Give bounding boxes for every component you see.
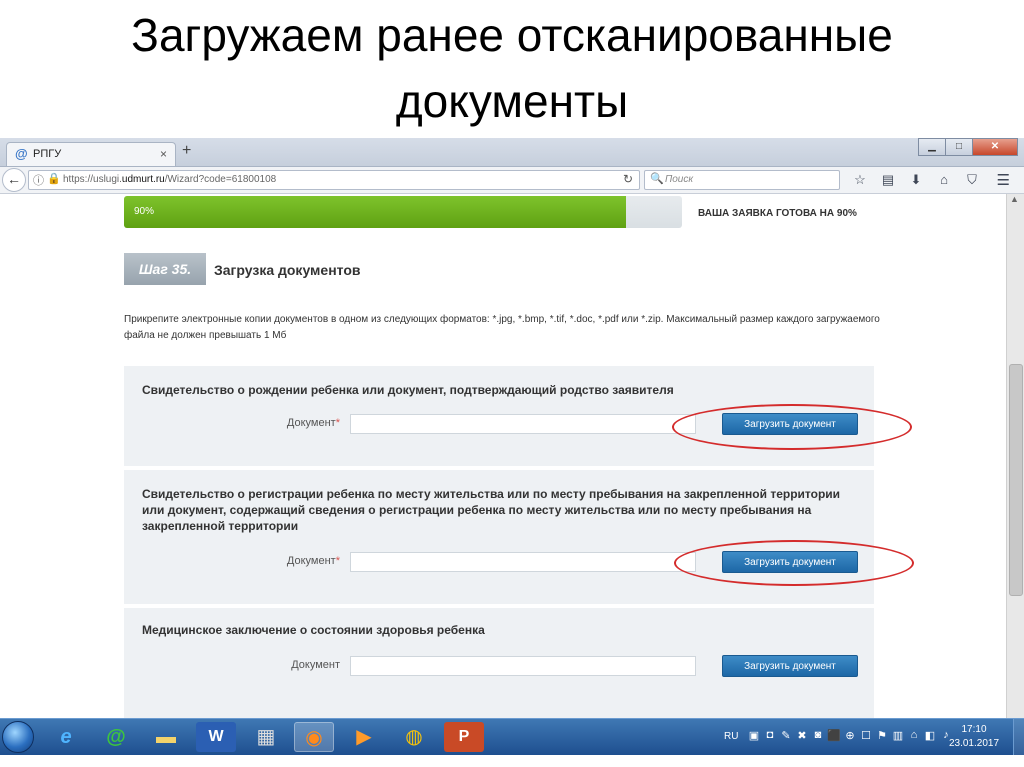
- tab-strip: @ РПГУ × + ▁ □ ✕: [0, 138, 1024, 167]
- toolbar-icons: ☆ ▤ ⬇ ⌂ ⛉: [846, 171, 986, 189]
- step-title: Загрузка документов: [214, 262, 361, 278]
- slide-title-line-1: Загружаем ранее отсканированные: [131, 9, 893, 61]
- document-section-title: Свидетельство о рождении ребенка или док…: [142, 383, 674, 397]
- search-placeholder: Поиск: [665, 174, 694, 185]
- browser-window: @ РПГУ × + ▁ □ ✕ ← ⓘ 🔒 https://uslugi.ud…: [0, 138, 1024, 718]
- site-favicon-icon: @: [15, 146, 28, 161]
- scroll-up-icon[interactable]: ▲: [1010, 194, 1019, 204]
- home-icon[interactable]: ⌂: [930, 171, 958, 189]
- scroll-thumb[interactable]: [1009, 364, 1023, 596]
- tray-app-icon[interactable]: ◧: [922, 729, 938, 742]
- url-bar[interactable]: ⓘ 🔒 https://uslugi.udmurt.ru/Wizard?code…: [28, 170, 640, 190]
- calculator-icon[interactable]: ▦: [246, 722, 286, 752]
- acrobat-icon[interactable]: ▣: [746, 729, 762, 742]
- language-indicator[interactable]: RU: [724, 731, 738, 742]
- chrome-icon[interactable]: ◍: [394, 722, 434, 752]
- progress-caption: ВАША ЗАЯВКА ГОТОВА НА 90%: [698, 208, 857, 219]
- url-text: https://uslugi.udmurt.ru/Wizard?code=618…: [63, 174, 276, 185]
- tray-app-icon[interactable]: ✖: [794, 729, 810, 742]
- media-player-icon[interactable]: ▶: [344, 722, 384, 752]
- vertical-scrollbar[interactable]: ▲: [1006, 194, 1024, 718]
- reading-list-icon[interactable]: ▤: [874, 171, 902, 189]
- document-label-text: Документ: [286, 555, 336, 567]
- upload-document-button[interactable]: Загрузить документ: [722, 655, 858, 677]
- slide-title-line-2: документы: [395, 75, 629, 127]
- file-explorer-icon[interactable]: ▬: [146, 722, 186, 752]
- document-section-title: Свидетельство о регистрации ребенка по м…: [142, 487, 841, 533]
- document-label: Документ*: [220, 417, 340, 429]
- page-content: 90% ВАША ЗАЯВКА ГОТОВА НА 90% Шаг 35. За…: [0, 194, 1006, 718]
- annotation-circle: [674, 540, 914, 586]
- document-section-title: Медицинское заключение о состоянии здоро…: [142, 623, 485, 637]
- maximize-button[interactable]: □: [945, 138, 973, 156]
- reload-icon[interactable]: ↻: [623, 172, 633, 186]
- tray-app-icon[interactable]: ⬛: [826, 729, 842, 742]
- url-path: /Wizard?code=61800108: [164, 174, 277, 185]
- progress-fill: [124, 196, 627, 228]
- tray-app-icon[interactable]: ⊕: [842, 729, 858, 742]
- tab-close-icon[interactable]: ×: [160, 147, 167, 161]
- step-badge: Шаг 35.: [124, 253, 206, 285]
- download-icon[interactable]: ⬇: [902, 171, 930, 189]
- search-icon: 🔍: [650, 173, 664, 185]
- mail-agent-icon[interactable]: @: [96, 722, 136, 752]
- show-desktop-button[interactable]: [1013, 719, 1024, 755]
- slide-title: Загружаем ранее отсканированные документ…: [0, 0, 1024, 137]
- document-label-text: Документ: [286, 417, 336, 429]
- start-button[interactable]: [2, 721, 34, 753]
- required-mark: *: [335, 417, 340, 429]
- clock-time: 17:10: [961, 724, 987, 735]
- menu-icon[interactable]: ☰: [997, 171, 1010, 189]
- tray-app-icon[interactable]: ◙: [810, 729, 826, 742]
- progress-bar: 90%: [124, 196, 682, 228]
- firefox-icon[interactable]: ◉: [294, 722, 334, 752]
- progress-percent: 90%: [134, 206, 155, 217]
- search-input[interactable]: 🔍 Поиск: [644, 170, 840, 190]
- document-file-field[interactable]: [350, 656, 696, 676]
- document-label-text: Документ: [291, 659, 340, 671]
- back-button[interactable]: ←: [2, 168, 26, 192]
- new-tab-button[interactable]: +: [182, 143, 191, 159]
- action-center-flag-icon[interactable]: ⚑: [874, 729, 890, 742]
- window-controls: ▁ □ ✕: [918, 138, 1018, 156]
- document-label: Документ: [220, 659, 340, 671]
- close-window-button[interactable]: ✕: [972, 138, 1018, 156]
- document-section-medical: Медицинское заключение о состоянии здоро…: [124, 608, 874, 718]
- powerpoint-icon[interactable]: P: [444, 722, 484, 752]
- document-file-field[interactable]: [350, 552, 696, 572]
- pocket-icon[interactable]: ⛉: [958, 171, 986, 189]
- url-host: udmurt.ru: [121, 174, 165, 185]
- minimize-button[interactable]: ▁: [918, 138, 946, 156]
- tray-app-icon[interactable]: ⌂: [906, 729, 922, 742]
- browser-tab[interactable]: @ РПГУ ×: [6, 142, 176, 166]
- clock-date: 23.01.2017: [948, 738, 1000, 749]
- tray-app-icon[interactable]: ☐: [858, 729, 874, 742]
- windows-taskbar: e @ ▬ W ▦ ◉ ▶ ◍ P RU ▣ ◘ ✎ ✖ ◙ ⬛ ⊕ ☐ ⚑ ▥…: [0, 718, 1024, 755]
- tray-app-icon[interactable]: ◘: [762, 729, 778, 742]
- required-mark: *: [335, 555, 340, 567]
- system-tray: ▣ ◘ ✎ ✖ ◙ ⬛ ⊕ ☐ ⚑ ▥ ⌂ ◧ ♪: [746, 729, 954, 742]
- word-icon[interactable]: W: [196, 722, 236, 752]
- navigation-bar: ← ⓘ 🔒 https://uslugi.udmurt.ru/Wizard?co…: [0, 167, 1024, 194]
- document-file-field[interactable]: [350, 414, 696, 434]
- tray-app-icon[interactable]: ✎: [778, 729, 794, 742]
- network-icon[interactable]: ▥: [890, 729, 906, 742]
- url-prefix: https://uslugi.: [63, 174, 122, 185]
- star-icon[interactable]: ☆: [846, 171, 874, 189]
- lock-icon: 🔒: [47, 173, 61, 185]
- system-clock[interactable]: 17:10 23.01.2017: [944, 723, 1004, 751]
- info-icon[interactable]: ⓘ: [33, 172, 44, 188]
- annotation-circle: [672, 404, 912, 450]
- internet-explorer-icon[interactable]: e: [46, 722, 86, 752]
- document-label: Документ*: [220, 555, 340, 567]
- tab-title: РПГУ: [33, 148, 62, 160]
- upload-instructions: Прикрепите электронные копии документов …: [124, 314, 880, 341]
